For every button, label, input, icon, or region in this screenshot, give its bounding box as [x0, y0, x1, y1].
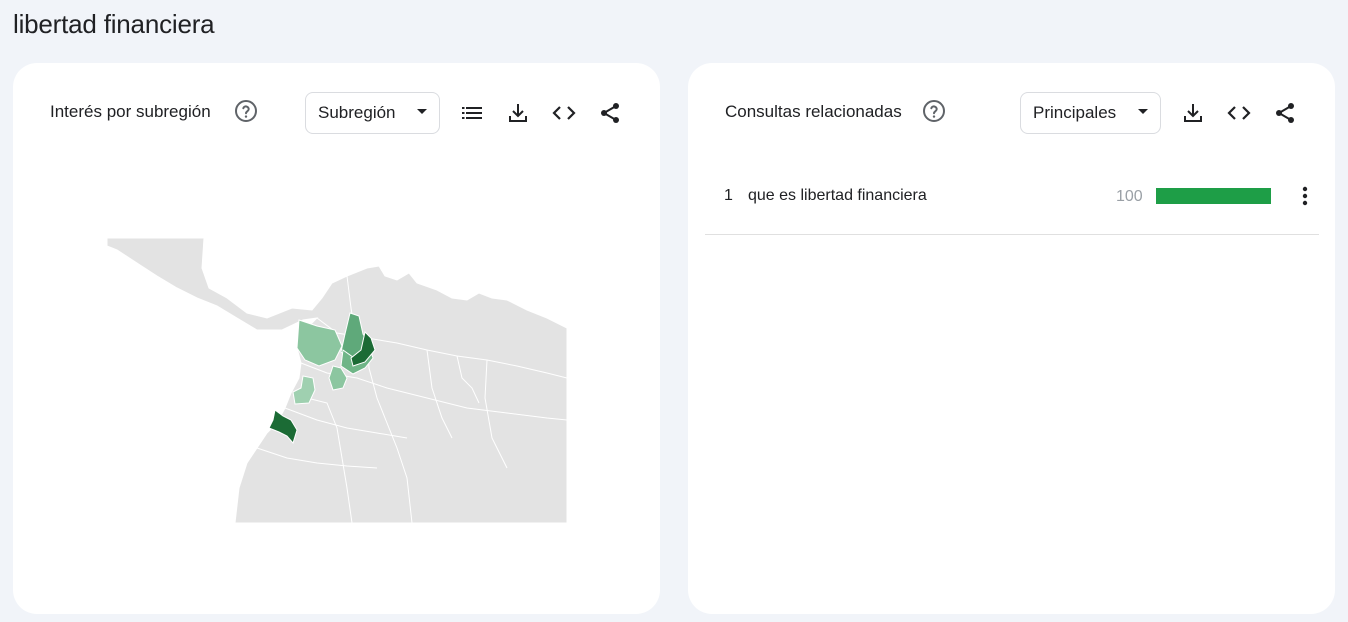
embed-icon[interactable]	[1226, 100, 1252, 126]
query-score: 100	[1116, 188, 1143, 205]
subregion-map[interactable]	[107, 238, 567, 523]
help-icon[interactable]	[234, 99, 258, 123]
share-icon[interactable]	[597, 100, 623, 126]
list-icon[interactable]	[459, 100, 485, 126]
help-icon[interactable]	[922, 99, 946, 123]
card-title-subregion: Interés por subregión	[50, 102, 211, 121]
caret-down-icon	[417, 109, 427, 114]
list-item: 1 que es libertad financiera 100	[705, 174, 1319, 235]
caret-down-icon	[1138, 109, 1148, 114]
card-title-related: Consultas relacionadas	[725, 102, 902, 121]
subregion-dropdown[interactable]: Subregión	[305, 92, 440, 134]
download-icon[interactable]	[1180, 100, 1206, 126]
related-queries-card	[688, 63, 1335, 614]
download-icon[interactable]	[505, 100, 531, 126]
more-vert-icon[interactable]	[1295, 184, 1315, 208]
page-title: libertad financiera	[13, 9, 215, 39]
related-queries-dropdown-label: Principales	[1033, 103, 1117, 122]
related-queries-dropdown[interactable]: Principales	[1020, 92, 1161, 134]
score-bar-fill	[1156, 188, 1271, 204]
subregion-dropdown-label: Subregión	[318, 103, 396, 122]
score-bar	[1156, 188, 1271, 204]
share-icon[interactable]	[1272, 100, 1298, 126]
query-rank: 1	[724, 187, 733, 204]
query-link[interactable]: que es libertad financiera	[748, 187, 927, 205]
embed-icon[interactable]	[551, 100, 577, 126]
